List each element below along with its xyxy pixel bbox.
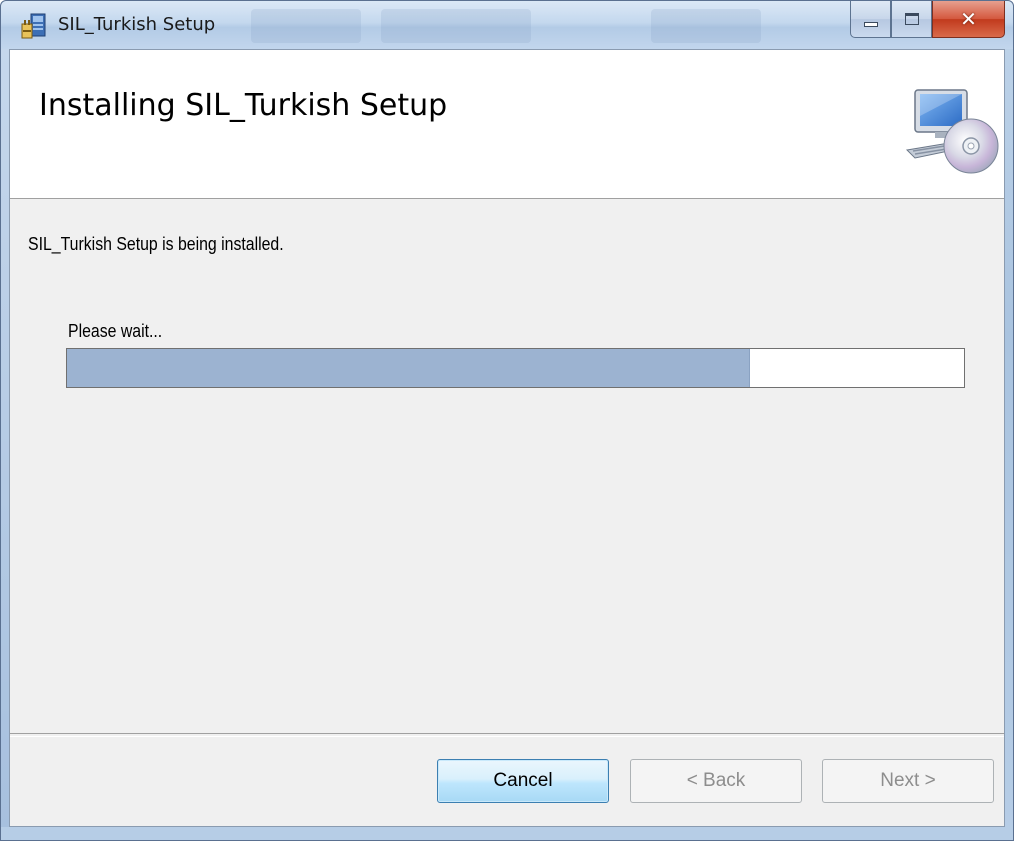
progress-fill bbox=[67, 349, 750, 387]
title-bar[interactable]: SIL_Turkish Setup ✕ bbox=[1, 1, 1013, 49]
installer-icon bbox=[21, 13, 46, 39]
window-frame-left bbox=[1, 49, 9, 827]
install-progress-bar bbox=[66, 348, 965, 388]
setup-window: SIL_Turkish Setup ✕ Installing SIL_Turki… bbox=[0, 0, 1014, 841]
back-button[interactable]: < Back bbox=[630, 759, 802, 803]
background-blur bbox=[381, 9, 531, 43]
header-banner: Installing SIL_Turkish Setup bbox=[10, 50, 1004, 199]
background-blur bbox=[251, 9, 361, 43]
window-title: SIL_Turkish Setup bbox=[58, 14, 216, 35]
close-icon: ✕ bbox=[960, 7, 977, 31]
caption-buttons: ✕ bbox=[850, 1, 1005, 39]
page-title: Installing SIL_Turkish Setup bbox=[39, 88, 448, 123]
background-blur bbox=[651, 9, 761, 43]
cancel-button[interactable]: Cancel bbox=[437, 759, 609, 803]
minimize-button[interactable] bbox=[850, 1, 891, 38]
install-status-text: SIL_Turkish Setup is being installed. bbox=[28, 234, 284, 254]
footer-divider bbox=[10, 733, 1004, 737]
next-button[interactable]: Next > bbox=[822, 759, 994, 803]
close-button[interactable]: ✕ bbox=[932, 1, 1005, 38]
dialog-client-area: Installing SIL_Turkish Setup SIL_Turkish… bbox=[9, 49, 1005, 827]
computer-disc-icon bbox=[905, 89, 999, 174]
maximize-button[interactable] bbox=[891, 1, 932, 38]
minimize-icon bbox=[863, 21, 878, 27]
maximize-icon bbox=[904, 13, 919, 25]
please-wait-label: Please wait... bbox=[68, 321, 163, 341]
